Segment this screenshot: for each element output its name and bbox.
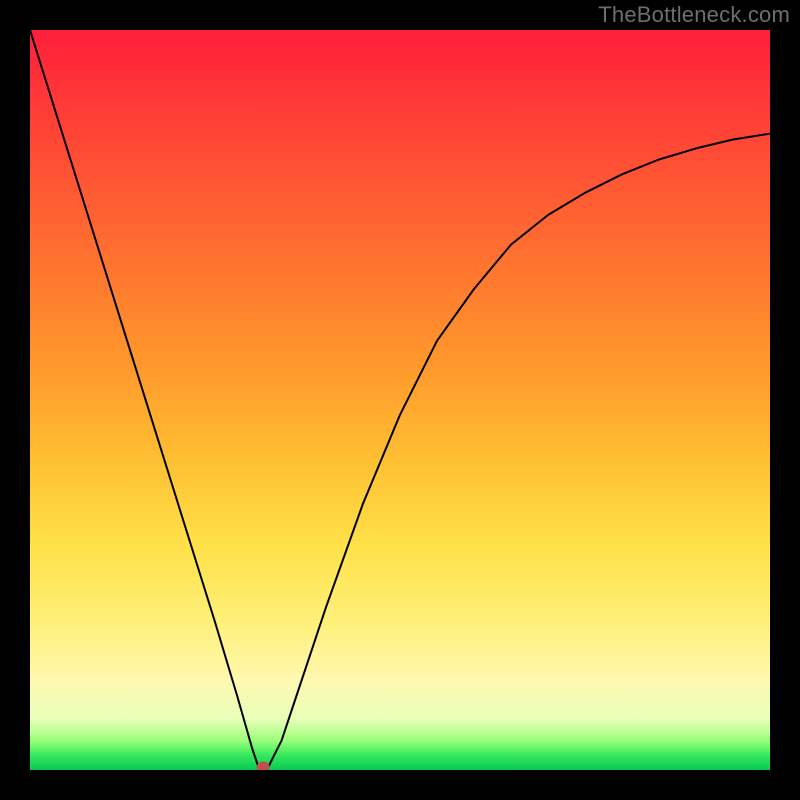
watermark-text: TheBottleneck.com: [598, 2, 790, 28]
chart-svg: [30, 30, 770, 770]
plot-area: [30, 30, 770, 770]
chart-frame: TheBottleneck.com: [0, 0, 800, 800]
optimal-point-marker: [257, 762, 269, 770]
bottleneck-curve: [30, 30, 770, 770]
